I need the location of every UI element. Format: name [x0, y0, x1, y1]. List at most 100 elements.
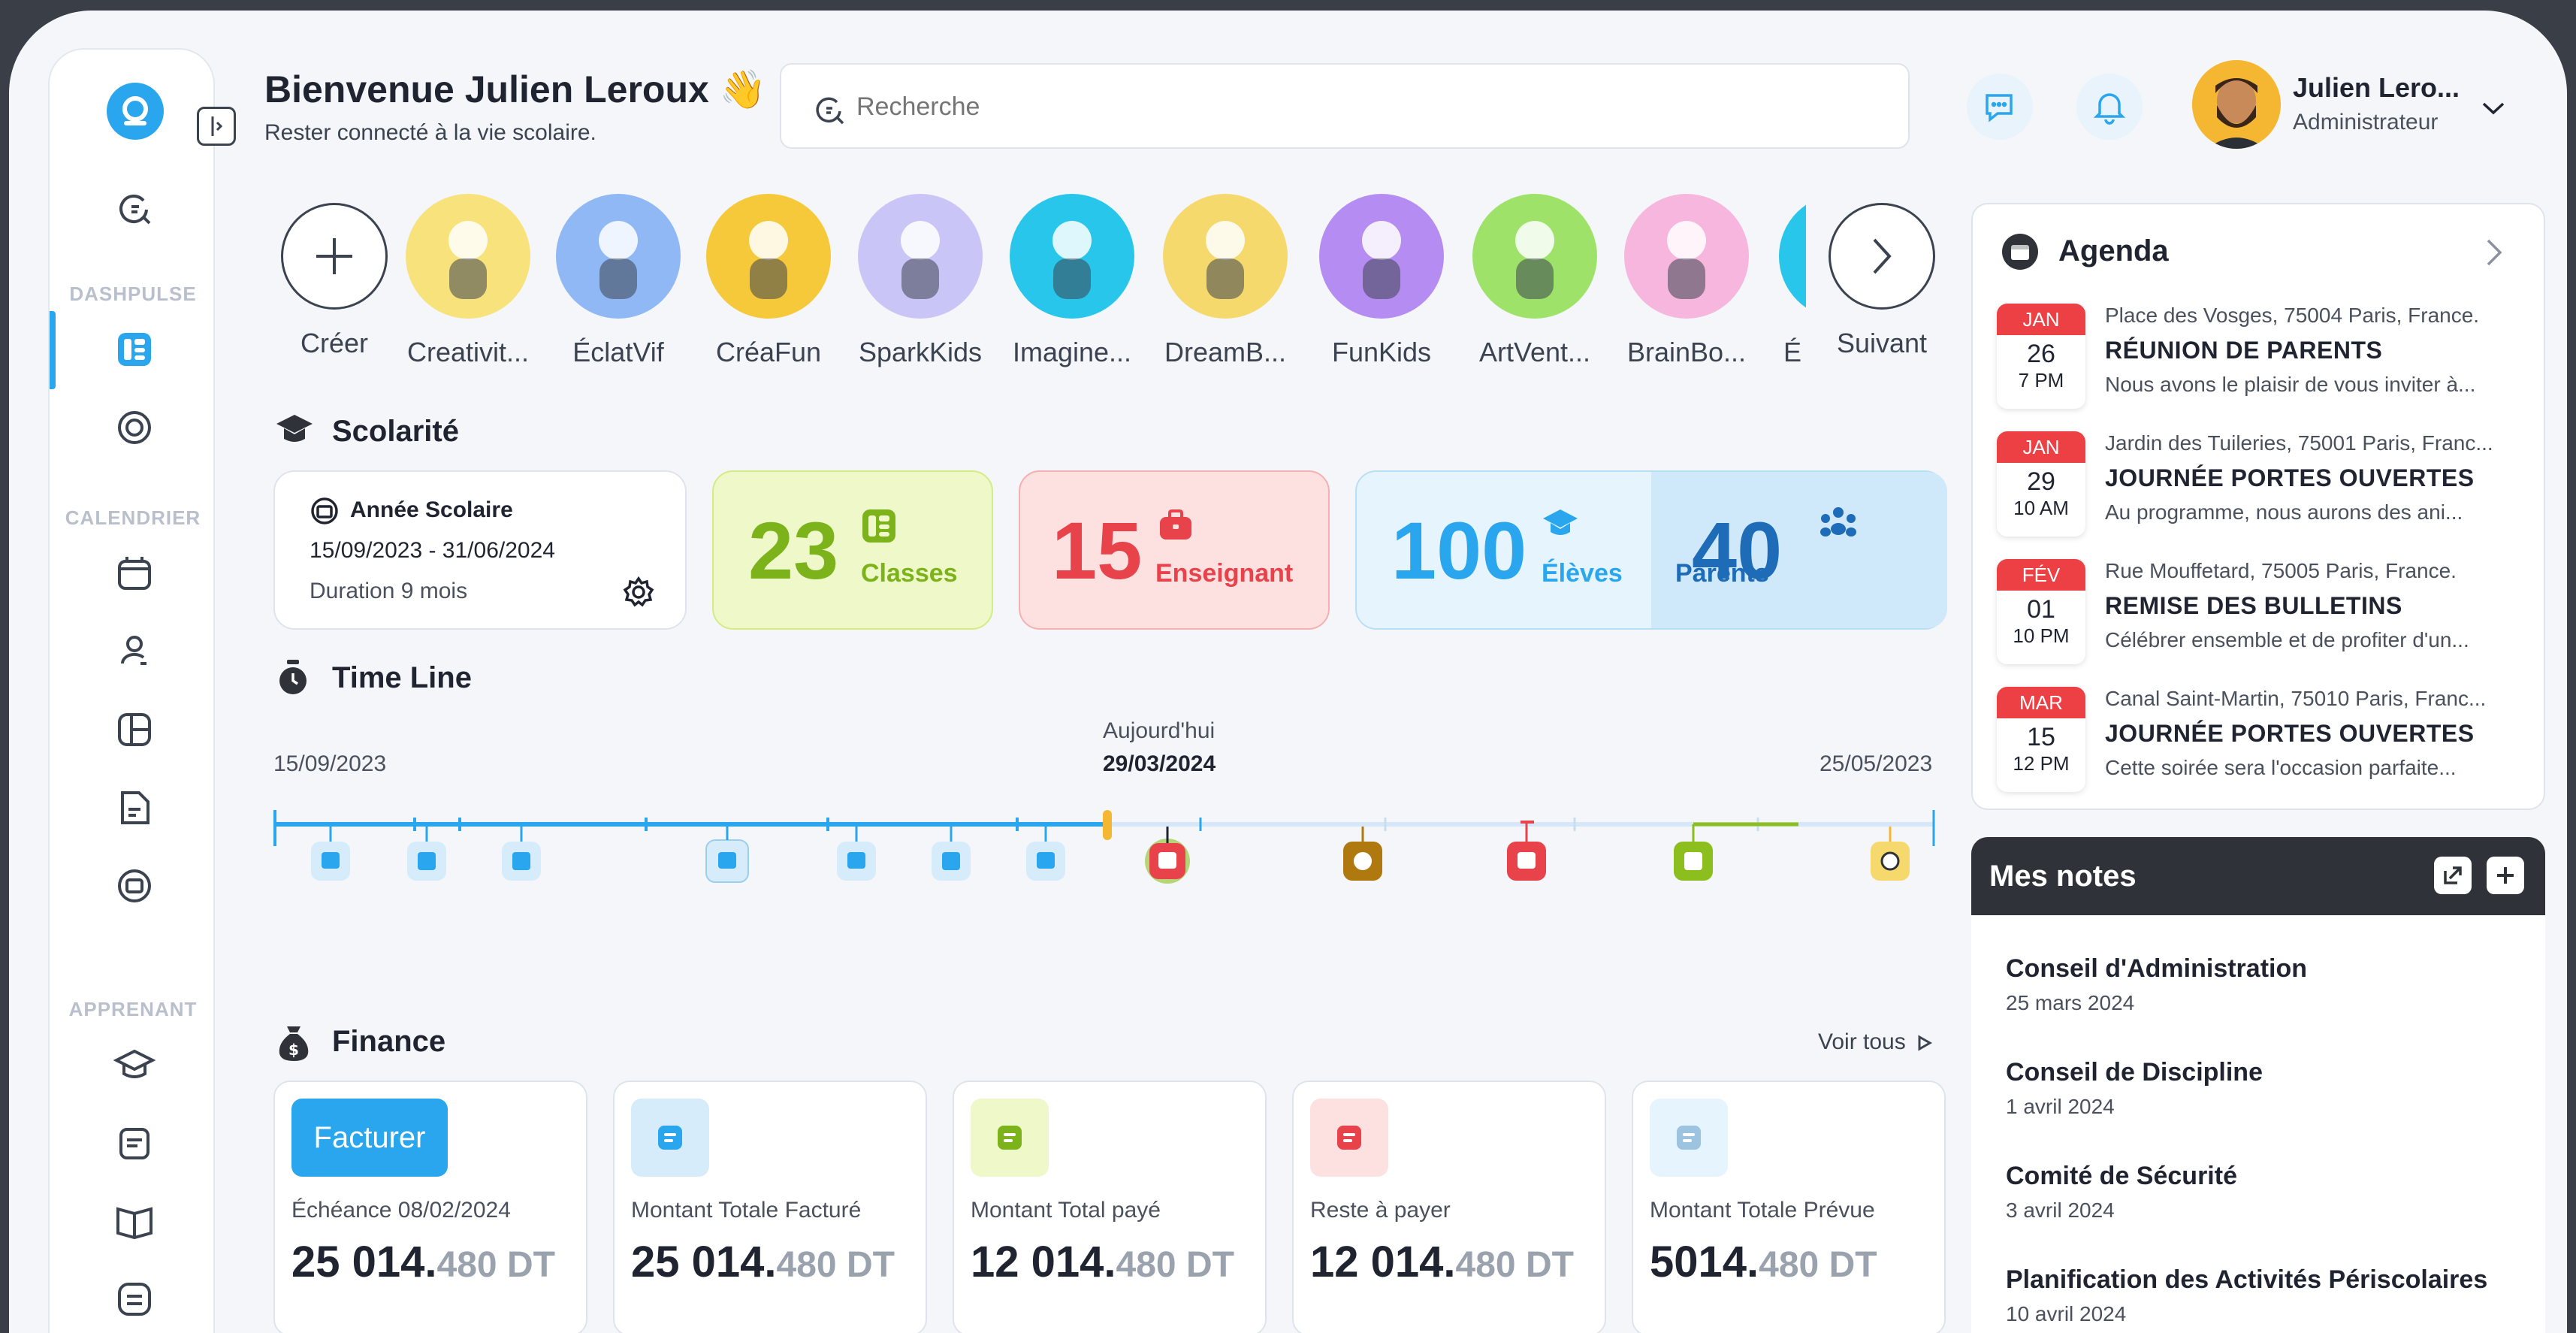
dashboard-icon[interactable] [111, 326, 158, 373]
story-item[interactable]: FunKids [1319, 194, 1444, 368]
search-input[interactable] [856, 83, 1871, 131]
story-item-circle [858, 194, 983, 319]
welcome-text: Bienvenue Julien Leroux [264, 68, 709, 110]
create-story-button[interactable]: Créer [272, 194, 397, 359]
timeline-event-3[interactable] [502, 827, 541, 881]
search-refresh-icon[interactable] [111, 185, 158, 231]
story-item[interactable]: BrainBo... [1624, 194, 1749, 368]
agenda-item[interactable]: JAN 26 7 PM Place des Vosges, 75004 Paris, … [1997, 304, 2538, 416]
add-note-button[interactable] [2487, 857, 2524, 894]
facturer-button[interactable]: Facturer [291, 1099, 448, 1177]
school-year-card[interactable]: Année Scolaire 15/09/2023 - 31/06/2024 D… [273, 470, 687, 630]
agenda-day: 15 [2027, 723, 2055, 751]
finance-value-int: 12 014. [1310, 1238, 1456, 1286]
timeline-event-12[interactable] [1871, 827, 1910, 881]
timeline-progress [273, 822, 1104, 827]
story-item[interactable]: ÉclatVif [556, 194, 681, 368]
story-item[interactable]: DreamB... [1163, 194, 1288, 368]
play-arrow-icon [1918, 1035, 1933, 1051]
search-icon [816, 97, 844, 125]
timeline-event-5[interactable] [837, 827, 876, 881]
story-label: BrainBo... [1626, 337, 1747, 367]
planner-icon[interactable] [111, 863, 158, 909]
agenda-item[interactable]: JAN 29 10 AM Jardin des Tuileries, 75001 Pa… [1997, 431, 2538, 544]
story-item[interactable]: CréaFun [706, 194, 831, 368]
finance-value-dec: 480 DT [1455, 1245, 1574, 1285]
finance-card[interactable]: Montant Totale Facturé 25 014.480 DT [613, 1081, 927, 1333]
chevron-right-icon [1873, 238, 1892, 274]
notebook-icon[interactable] [111, 1120, 158, 1166]
parents-label: Parents [1675, 559, 1769, 588]
app-logo-icon[interactable] [107, 83, 164, 140]
timeline-event-6[interactable] [932, 827, 971, 881]
chevron-right-icon[interactable] [2484, 237, 2505, 268]
timeline-event-10[interactable] [1507, 822, 1546, 881]
device-frame: DASHPULSE CALENDRIER APPRENANT Bienvenue… [0, 0, 2576, 1333]
svg-text:$: $ [288, 1041, 299, 1059]
next-stories-button[interactable]: Suivant [1820, 194, 1944, 359]
story-item[interactable]: É [1779, 194, 1806, 368]
enseignant-card[interactable]: 15 Enseignant [1019, 470, 1330, 630]
classes-label: Classes [861, 559, 958, 588]
finance-value: 25 014.480 DT [631, 1237, 895, 1287]
story-item[interactable]: ArtVent... [1472, 194, 1597, 368]
timeline-event-1[interactable] [311, 827, 350, 881]
timeline-event-11[interactable] [1674, 824, 1713, 881]
list-box-icon[interactable] [111, 1276, 158, 1322]
voir-tous-link[interactable]: Voir tous [1818, 1029, 1933, 1055]
bell-icon [2093, 93, 2126, 125]
story-item[interactable]: Imagine... [1010, 194, 1134, 368]
timeline-event-today[interactable] [1145, 827, 1190, 884]
story-item[interactable]: SparkKids [858, 194, 983, 368]
note-date: 1 avril 2024 [2006, 1095, 2115, 1118]
gear-icon[interactable] [622, 576, 655, 609]
timeline-event-9[interactable] [1343, 827, 1382, 881]
finance-card[interactable]: Reste à payer 12 014.480 DT [1292, 1081, 1606, 1333]
sidebar-collapse-button[interactable] [197, 107, 236, 146]
story-item[interactable]: Creativit... [406, 194, 530, 368]
messages-button[interactable] [1967, 74, 2033, 140]
finance-label: Montant Totale Prévue [1650, 1198, 1875, 1223]
story-avatar-icon [1779, 194, 1806, 319]
agenda-date-badge: JAN 26 7 PM [1997, 304, 2085, 409]
finance-card[interactable]: Facturer Échéance 08/02/2024 25 014.480 DT [273, 1081, 587, 1333]
layout-icon[interactable] [111, 706, 158, 753]
finance-card[interactable]: Montant Totale Prévue 5014.480 DT [1632, 1081, 1946, 1333]
calendar-icon[interactable] [111, 550, 158, 597]
avatar[interactable] [2192, 60, 2281, 149]
agenda-date-badge: JAN 29 10 AM [1997, 431, 2085, 537]
timeline-event-7[interactable] [1026, 827, 1065, 881]
finance-card[interactable]: Montant Total payé 12 014.480 DT [953, 1081, 1267, 1333]
eleves-parents-card[interactable]: 100 Élèves 40 Parents [1355, 470, 1947, 630]
chevron-down-icon[interactable] [2481, 101, 2506, 116]
sidebar-section-dashpulse: DASHPULSE [69, 283, 197, 305]
story-item-circle [1779, 194, 1806, 319]
notifications-button[interactable] [2076, 74, 2143, 140]
expand-notes-button[interactable] [2434, 857, 2472, 894]
note-item[interactable]: Planification des Activités Périscolaire… [2006, 1265, 2487, 1326]
agenda-place: Place des Vosges, 75004 Paris, France. [2105, 304, 2480, 327]
search-bar[interactable] [780, 63, 1910, 149]
timeline-event-2[interactable] [407, 827, 446, 881]
note-item[interactable]: Conseil d'Administration 25 mars 2024 [2006, 954, 2307, 1015]
classes-card[interactable]: 23 Classes [712, 470, 993, 630]
story-avatar-icon [599, 221, 638, 299]
finance-value: 12 014.480 DT [971, 1237, 1234, 1287]
story-avatar-icon [901, 221, 940, 299]
user-sync-icon[interactable] [111, 628, 158, 675]
story-label: ÉclatVif [572, 337, 664, 367]
finance-label: Montant Total payé [971, 1198, 1161, 1223]
timeline-today-date: 29/03/2024 [1103, 751, 1216, 776]
document-icon[interactable] [111, 784, 158, 831]
graduation-cap-icon[interactable] [111, 1041, 158, 1088]
timeline-event-4[interactable] [705, 827, 749, 883]
note-item[interactable]: Comité de Sécurité 3 avril 2024 [2006, 1162, 2237, 1223]
story-avatar-icon [1206, 221, 1245, 299]
agenda-item[interactable]: MAR 15 12 PM Canal Saint-Martin, 75010 Pari… [1997, 687, 2538, 799]
finance-value: 25 014.480 DT [291, 1237, 555, 1287]
note-item[interactable]: Conseil de Discipline 1 avril 2024 [2006, 1058, 2263, 1119]
pulse-ring-icon[interactable] [111, 404, 158, 451]
book-open-icon[interactable] [111, 1198, 158, 1244]
user-name[interactable]: Julien Lero... [2293, 72, 2460, 104]
agenda-item[interactable]: FÉV 01 10 PM Rue Mouffetard, 75005 Paris, F… [1997, 559, 2538, 672]
